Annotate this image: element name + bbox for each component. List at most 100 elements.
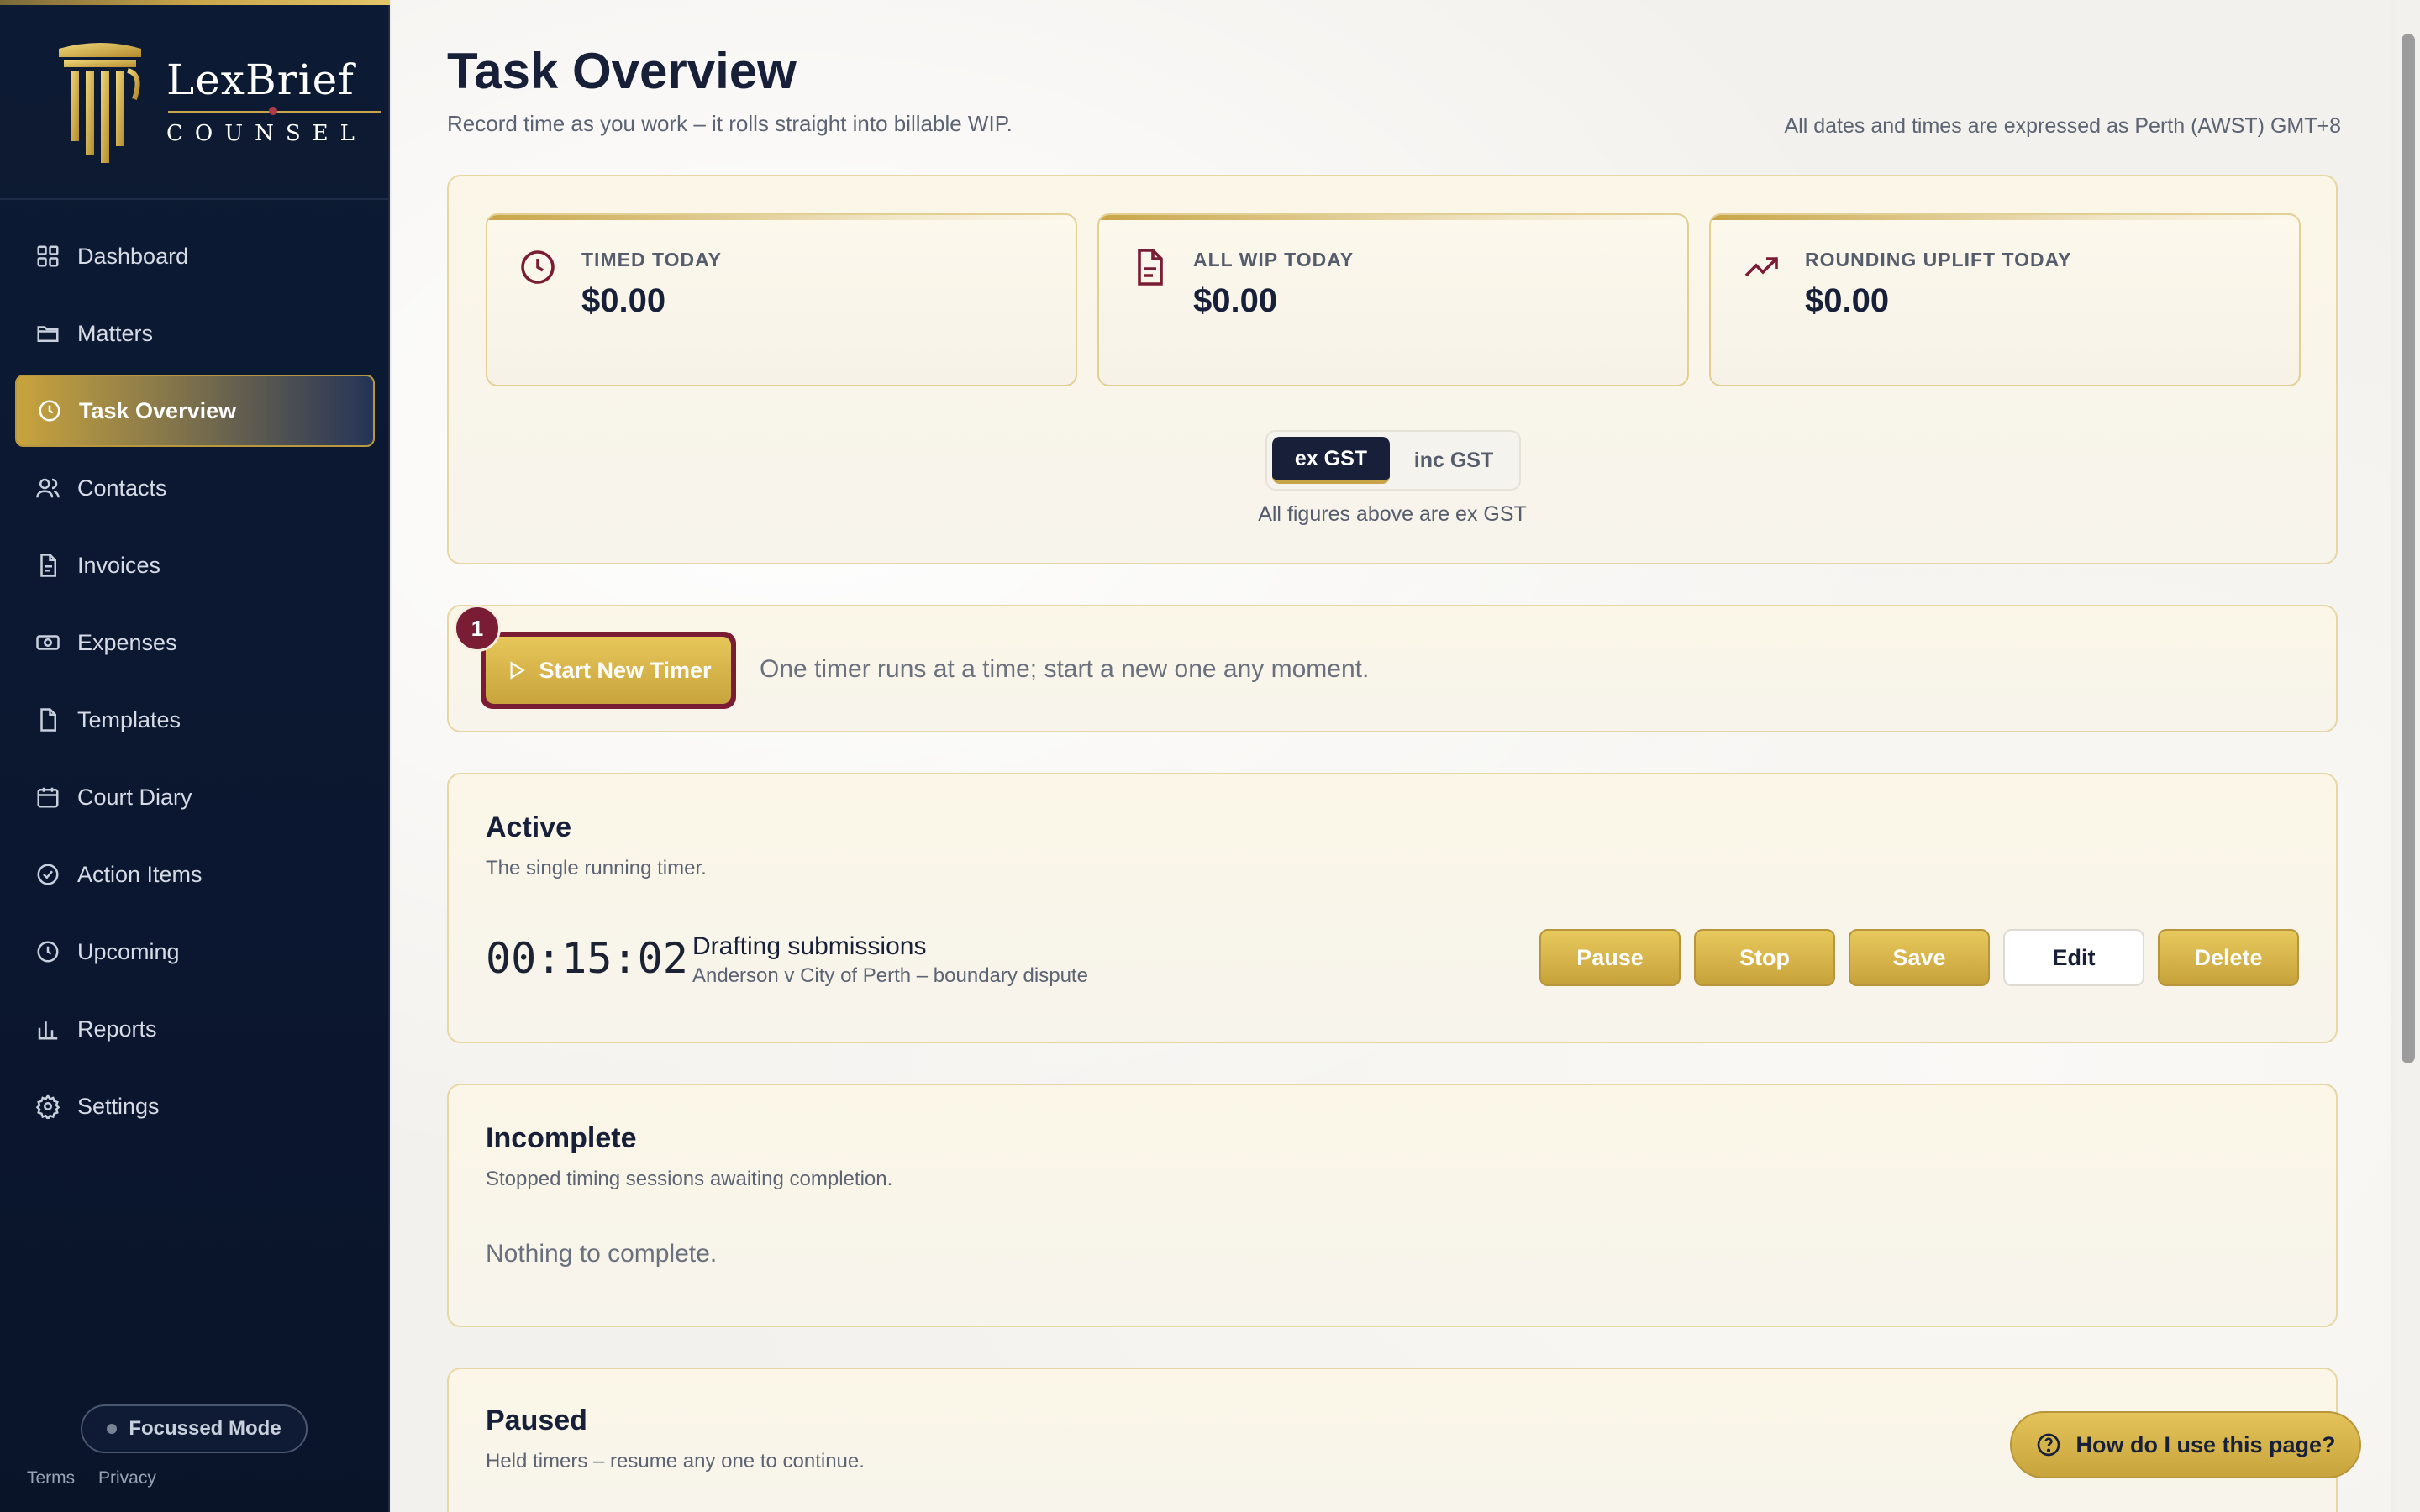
sidebar-item-upcoming[interactable]: Upcoming <box>15 916 375 988</box>
sidebar-item-reports[interactable]: Reports <box>15 993 375 1065</box>
sidebar-item-label: Contacts <box>77 475 167 501</box>
clock-icon <box>521 250 555 284</box>
scrollbar[interactable] <box>2396 0 2420 1512</box>
stat-value: $0.00 <box>581 282 666 319</box>
users-icon <box>36 478 60 498</box>
bar-chart-icon <box>38 1021 58 1040</box>
main-content: Task Overview Record time as you work – … <box>392 0 2391 1512</box>
step-badge: 1 <box>454 605 501 652</box>
save-button[interactable]: Save <box>1849 929 1990 986</box>
sidebar-nav: Dashboard Matters Task Overview Contacts… <box>15 220 375 1147</box>
stat-label: ROUNDING UPLIFT TODAY <box>1805 249 2072 270</box>
help-button[interactable]: How do I use this page? <box>2010 1411 2361 1478</box>
sidebar-item-dashboard[interactable]: Dashboard <box>15 220 375 292</box>
dashboard-icon <box>37 245 59 267</box>
section-subtitle-paused: Held timers – resume any one to continue… <box>486 1450 865 1473</box>
sidebar-item-label: Court Diary <box>77 784 192 810</box>
sidebar-item-settings[interactable]: Settings <box>15 1070 375 1142</box>
sidebar-item-label: Dashboard <box>77 243 189 269</box>
page-title: Task Overview <box>447 43 797 99</box>
sidebar-item-contacts[interactable]: Contacts <box>15 452 375 524</box>
check-circle-icon <box>37 864 59 885</box>
calendar-icon <box>37 787 59 808</box>
help-circle-icon <box>2038 1433 2060 1457</box>
stat-rounding-uplift-today: ROUNDING UPLIFT TODAY $0.00 <box>1709 213 2301 386</box>
sidebar-item-expenses[interactable]: Expenses <box>15 606 375 679</box>
sidebar-item-label: Invoices <box>77 552 161 578</box>
sidebar-item-label: Task Overview <box>79 397 237 423</box>
start-new-timer-label: Start New Timer <box>539 657 712 683</box>
gst-toggle: ex GST inc GST <box>1265 430 1521 491</box>
focused-mode-label: Focussed Mode <box>129 1417 281 1440</box>
stat-label: TIMED TODAY <box>581 249 722 270</box>
active-timer-card: Active The single running timer. 00:15:0… <box>447 773 2338 1043</box>
trending-up-icon <box>1744 257 1778 277</box>
sidebar-item-label: Reports <box>77 1016 157 1042</box>
timer-hint: One timer runs at a time; start a new on… <box>760 655 1370 683</box>
delete-button[interactable]: Delete <box>2158 929 2299 986</box>
folder-icon <box>37 326 59 342</box>
start-new-timer-button[interactable]: Start New Timer <box>481 632 736 709</box>
stat-timed-today: TIMED TODAY $0.00 <box>486 213 1077 386</box>
focused-mode-toggle[interactable]: Focussed Mode <box>81 1404 308 1453</box>
page-subtitle: Record time as you work – it rolls strai… <box>447 111 1013 136</box>
ex-gst-option[interactable]: ex GST <box>1272 437 1390 484</box>
section-title-active: Active <box>486 811 572 843</box>
sidebar-divider <box>0 198 390 200</box>
task-matter: Anderson v City of Perth – boundary disp… <box>692 964 1088 987</box>
task-name: Drafting submissions <box>692 932 927 960</box>
sidebar-item-label: Templates <box>77 706 182 732</box>
stat-accent <box>1099 215 1687 220</box>
sidebar-item-court-diary[interactable]: Court Diary <box>15 761 375 833</box>
sidebar: LexBrief COUNSEL Dashboard Matters Task … <box>0 0 390 1512</box>
sidebar-item-action-items[interactable]: Action Items <box>15 838 375 911</box>
brand-logo[interactable]: LexBrief COUNSEL <box>55 40 381 166</box>
stat-accent <box>487 215 1076 220</box>
sidebar-item-invoices[interactable]: Invoices <box>15 529 375 601</box>
status-dot-icon <box>107 1424 118 1434</box>
privacy-link[interactable]: Privacy <box>98 1468 156 1488</box>
stat-all-wip-today: ALL WIP TODAY $0.00 <box>1097 213 1689 386</box>
play-icon <box>510 661 526 680</box>
brand-dot <box>269 107 277 115</box>
section-title-incomplete: Incomplete <box>486 1122 637 1154</box>
sidebar-item-label: Settings <box>77 1093 160 1119</box>
sidebar-item-matters[interactable]: Matters <box>15 297 375 370</box>
edit-button[interactable]: Edit <box>2003 929 2144 986</box>
stats-card: TIMED TODAY $0.00 ALL WIP TODAY $0.00 RO… <box>447 175 2338 564</box>
stat-accent <box>1711 215 2299 220</box>
clock-icon <box>37 941 59 963</box>
banknote-icon <box>36 635 60 650</box>
sidebar-item-label: Upcoming <box>77 938 180 964</box>
file-icon <box>1138 249 1163 286</box>
sidebar-item-label: Matters <box>77 320 154 346</box>
empty-message: Nothing to complete. <box>486 1240 718 1268</box>
elapsed-time: 00:15:02 <box>486 934 688 983</box>
timezone-note: All dates and times are expressed as Per… <box>1784 114 2341 138</box>
help-button-label: How do I use this page? <box>2075 1431 2336 1457</box>
section-subtitle-active: The single running timer. <box>486 857 707 879</box>
stat-value: $0.00 <box>1805 282 1890 319</box>
start-new-timer-inner: Start New Timer <box>486 637 731 704</box>
sidebar-accent-line <box>0 0 390 5</box>
sidebar-item-templates[interactable]: Templates <box>15 684 375 756</box>
sidebar-item-label: Action Items <box>77 861 203 887</box>
pause-button[interactable]: Pause <box>1539 929 1681 986</box>
brand-name: LexBrief <box>166 55 355 104</box>
section-title-paused: Paused <box>486 1404 587 1436</box>
new-timer-card: Start New Timer 1 One timer runs at a ti… <box>447 605 2338 732</box>
brand-subtitle: COUNSEL <box>166 121 366 146</box>
sidebar-item-label: Expenses <box>77 629 177 655</box>
section-subtitle-incomplete: Stopped timing sessions awaiting complet… <box>486 1168 893 1190</box>
stop-button[interactable]: Stop <box>1694 929 1835 986</box>
inc-gst-option[interactable]: inc GST <box>1395 437 1512 484</box>
stat-label: ALL WIP TODAY <box>1193 249 1355 270</box>
pillar-logo-icon <box>59 43 141 163</box>
sidebar-item-task-overview[interactable]: Task Overview <box>15 375 375 447</box>
terms-link[interactable]: Terms <box>27 1468 75 1488</box>
document-icon <box>40 708 56 732</box>
gear-icon <box>35 1094 60 1119</box>
stat-value: $0.00 <box>1193 282 1278 319</box>
scrollbar-thumb[interactable] <box>2402 34 2415 1063</box>
file-icon <box>40 554 56 577</box>
